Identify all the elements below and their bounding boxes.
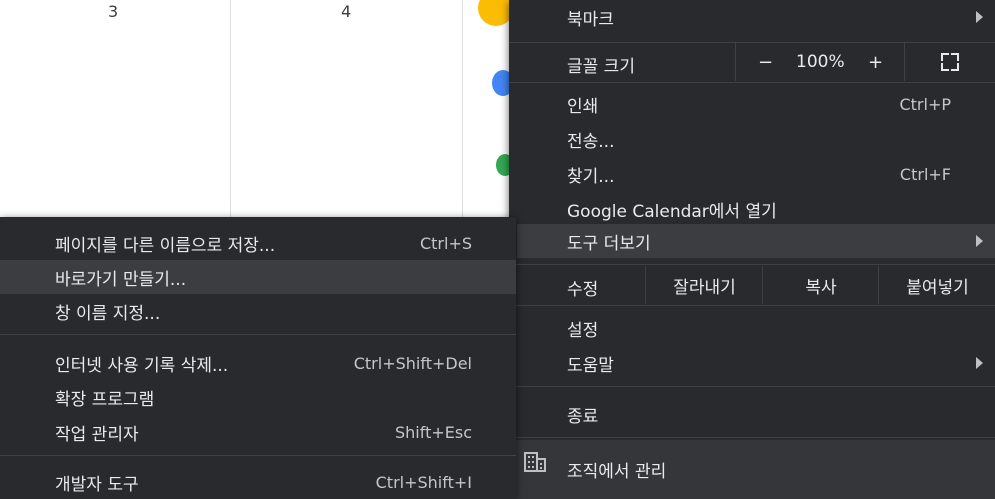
menu-separator — [509, 82, 995, 83]
menu-item-label: 인터넷 사용 기록 삭제... — [55, 355, 229, 376]
submenu-item-clear-data[interactable]: 인터넷 사용 기록 삭제... Ctrl+Shift+Del — [0, 346, 516, 380]
menu-item-label: 페이지를 다른 이름으로 저장... — [55, 235, 276, 256]
paste-button[interactable]: 붙여넣기 — [878, 266, 995, 304]
menu-separator — [509, 437, 995, 438]
menu-item-label: 인쇄 — [567, 96, 599, 117]
submenu-item-task-manager[interactable]: 작업 관리자 Shift+Esc — [0, 415, 516, 449]
menu-item-help[interactable]: 도움말 — [509, 346, 995, 380]
copy-button[interactable]: 복사 — [762, 266, 879, 304]
menu-item-label: 바로가기 만들기... — [55, 269, 187, 290]
menu-separator — [0, 455, 516, 456]
menu-item-label: 개발자 도구 — [55, 474, 139, 495]
copy-label: 복사 — [805, 277, 837, 298]
menu-item-shortcut: Ctrl+S — [419, 233, 472, 253]
calendar-day-number: 4 — [341, 2, 352, 21]
calendar-day-column[interactable]: 3 — [0, 0, 231, 220]
submenu-item-save-page[interactable]: 페이지를 다른 이름으로 저장... Ctrl+S — [0, 226, 516, 260]
menu-item-bookmarks[interactable]: 북마크 — [509, 0, 995, 34]
menu-item-shortcut: Ctrl+P — [899, 94, 951, 114]
chrome-main-menu: 북마크 글꼴 크기 − 100% + 인쇄 Ctrl+P 전송... 찾기...… — [509, 0, 995, 499]
more-tools-submenu: 페이지를 다른 이름으로 저장... Ctrl+S 바로가기 만들기... 창 … — [0, 217, 516, 499]
menu-separator — [0, 334, 516, 335]
fullscreen-button[interactable] — [904, 43, 995, 81]
submenu-item-create-shortcut[interactable]: 바로가기 만들기... — [0, 260, 516, 294]
menu-item-find[interactable]: 찾기... Ctrl+F — [509, 157, 995, 191]
menu-item-shortcut: Ctrl+Shift+Del — [353, 353, 472, 373]
edit-row: 수정 잘라내기 복사 붙여넣기 — [509, 266, 995, 304]
building-icon — [524, 452, 546, 472]
zoom-controls: − 100% + — [735, 43, 905, 81]
font-size-row: 글꼴 크기 − 100% + — [509, 43, 995, 81]
menu-item-label: 찾기... — [567, 166, 615, 187]
submenu-arrow-icon — [976, 357, 983, 369]
menu-item-more-tools[interactable]: 도구 더보기 — [517, 224, 995, 258]
cut-label: 잘라내기 — [673, 277, 736, 298]
zoom-level: 100% — [796, 52, 845, 72]
calendar-grid: 3 4 — [0, 0, 520, 220]
submenu-item-name-window[interactable]: 창 이름 지정... — [0, 294, 516, 328]
calendar-day-number: 3 — [108, 2, 119, 21]
menu-item-label: 확장 프로그램 — [55, 389, 155, 410]
menu-item-label: 설정 — [567, 320, 599, 341]
submenu-item-dev-tools[interactable]: 개발자 도구 Ctrl+Shift+I — [0, 465, 516, 499]
fullscreen-icon — [940, 53, 959, 71]
menu-item-label: 조직에서 관리 — [567, 462, 667, 482]
managed-by-org[interactable]: 조직에서 관리 — [509, 440, 995, 499]
menu-item-settings[interactable]: 설정 — [509, 311, 995, 345]
menu-separator — [509, 305, 995, 306]
zoom-in-button[interactable]: + — [868, 52, 883, 73]
cut-button[interactable]: 잘라내기 — [645, 266, 763, 304]
menu-item-shortcut: Shift+Esc — [394, 422, 472, 442]
paste-label: 붙여넣기 — [906, 277, 969, 298]
menu-item-open-in-app[interactable]: Google Calendar에서 열기 — [509, 192, 995, 226]
submenu-item-extensions[interactable]: 확장 프로그램 — [0, 380, 516, 414]
submenu-arrow-icon — [976, 11, 983, 23]
menu-item-cast[interactable]: 전송... — [509, 122, 995, 156]
menu-item-label: 창 이름 지정... — [55, 303, 161, 324]
menu-item-shortcut: Ctrl+Shift+I — [375, 472, 472, 492]
calendar-day-column[interactable]: 4 — [231, 0, 463, 220]
menu-item-exit[interactable]: 종료 — [509, 397, 995, 431]
submenu-arrow-icon — [976, 235, 983, 247]
edit-label: 수정 — [567, 280, 599, 300]
font-size-label: 글꼴 크기 — [567, 57, 635, 77]
menu-separator — [509, 386, 995, 387]
menu-item-label: 종료 — [567, 406, 599, 427]
menu-item-label: Google Calendar에서 열기 — [567, 201, 777, 222]
menu-item-shortcut: Ctrl+F — [899, 164, 951, 184]
menu-separator — [509, 264, 995, 265]
menu-item-label: 북마크 — [567, 9, 614, 30]
menu-item-print[interactable]: 인쇄 Ctrl+P — [509, 87, 995, 121]
menu-item-label: 도움말 — [567, 355, 614, 376]
menu-item-label: 전송... — [567, 131, 615, 152]
menu-item-label: 도구 더보기 — [567, 233, 651, 254]
zoom-out-button[interactable]: − — [758, 52, 773, 73]
menu-item-label: 작업 관리자 — [55, 424, 139, 445]
